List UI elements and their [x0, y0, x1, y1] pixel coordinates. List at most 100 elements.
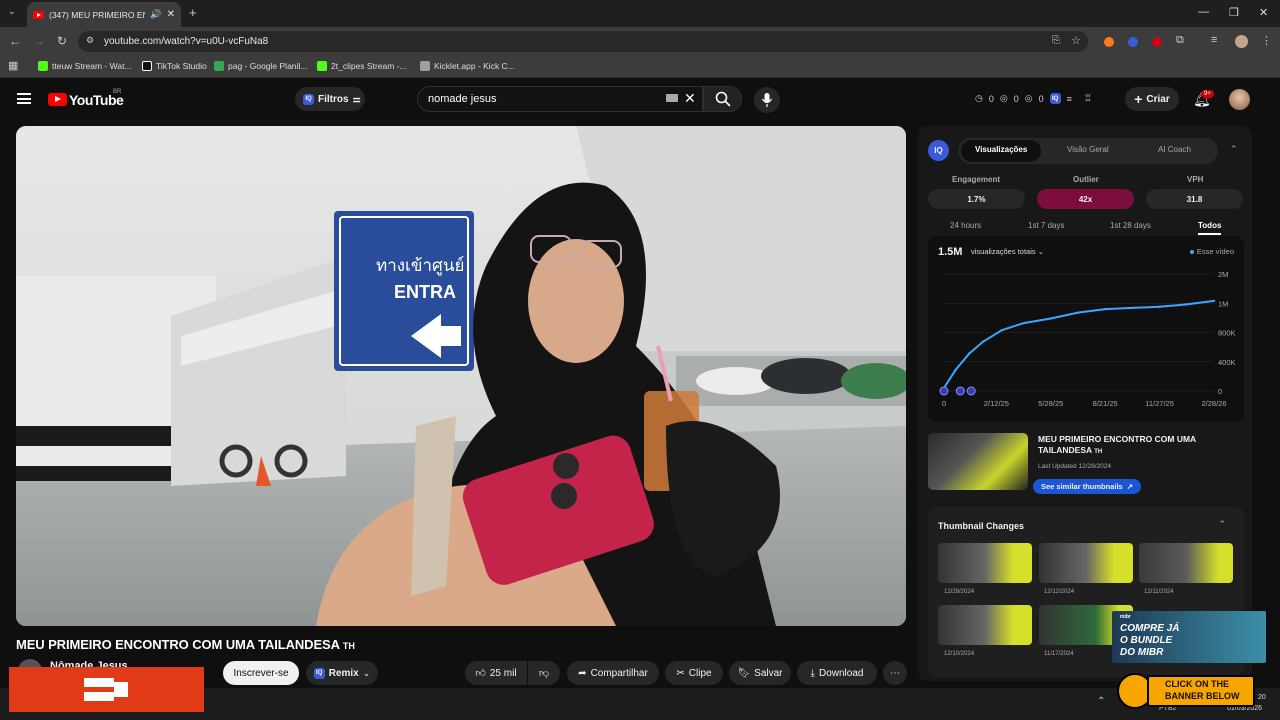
apps-icon[interactable]: ▦	[8, 59, 18, 72]
series-line	[941, 299, 1215, 392]
new-tab-icon[interactable]: +	[189, 5, 197, 20]
thumbnail-item[interactable]	[1039, 543, 1133, 583]
x-tick-label: 2/12/25	[984, 399, 1009, 408]
click-banner-overlay[interactable]: CLICK ON THE BANNER BELOW	[1117, 671, 1257, 713]
eye-icon: ◎	[999, 93, 1008, 103]
stat-value: 0	[988, 93, 994, 104]
bookmark-item[interactable]: Kicklet.app - Kick C...	[420, 61, 515, 71]
browser-tab[interactable]: (347) MEU PRIMEIRO ENCO 🔊 ✕	[27, 2, 181, 27]
create-button[interactable]: + Criar	[1125, 87, 1179, 111]
metric-label: Engagement	[952, 175, 1001, 184]
chevron-up-icon[interactable]: ⌃	[1097, 696, 1105, 707]
list-icon[interactable]: ≡	[1067, 94, 1072, 104]
hamburger-menu-icon[interactable]	[17, 93, 31, 104]
site-info-icon[interactable]: ⚙	[86, 35, 94, 46]
keyboard-icon[interactable]	[666, 94, 678, 102]
extension-icon[interactable]	[1152, 37, 1162, 47]
mibr-ad-banner[interactable]: mibr COMPRE JÁ O BUNDLE DO MIBR	[1112, 611, 1266, 663]
range-7-days[interactable]: 1st 7 days	[1028, 221, 1064, 230]
forward-icon[interactable]: →	[33, 34, 45, 48]
bookmark-item[interactable]: 2t_clipes Stream -...	[317, 61, 407, 71]
reload-icon[interactable]: ↻	[57, 34, 67, 48]
tab-list-icon[interactable]: ⌄	[8, 6, 16, 17]
thumbnail-date: 12/11/2024	[1144, 589, 1174, 595]
save-button[interactable]: 🔖︎ Salvar	[729, 661, 791, 685]
extension-icon[interactable]	[1104, 37, 1114, 47]
minimize-icon[interactable]: —	[1198, 6, 1209, 18]
metric-label: Outlier	[1073, 175, 1099, 184]
bookmark-item[interactable]: pag - Google Planil...	[214, 61, 307, 71]
tab-visao-geral[interactable]: Visão Geral	[1067, 145, 1109, 154]
tab-title: (347) MEU PRIMEIRO ENCO	[49, 9, 145, 20]
share-button[interactable]: ➦ Compartilhar	[567, 661, 659, 685]
data-point	[1158, 305, 1161, 308]
thumbnail-item[interactable]	[938, 605, 1032, 645]
thumbnail-date: 11/17/2024	[1044, 651, 1074, 657]
plus-icon: +	[1134, 91, 1143, 107]
data-point	[1022, 321, 1025, 325]
mibr-ad-text: O BUNDLE	[1120, 635, 1173, 646]
vidiq-icon[interactable]: IQ	[1049, 93, 1061, 104]
subscribe-button[interactable]: Inscrever-se	[223, 661, 299, 685]
thumbs-up-icon: 👍︎	[475, 668, 486, 679]
voice-search-button[interactable]	[754, 87, 780, 113]
bookmark-item[interactable]: TikTok Studio	[142, 61, 207, 71]
card-thumbnail[interactable]	[928, 433, 1028, 490]
close-window-icon[interactable]: ✕	[1259, 6, 1268, 19]
range-todos[interactable]: Todos	[1198, 221, 1222, 235]
vidiq-logo-icon: IQ	[928, 140, 949, 161]
vidiq-stats: ◷ 0 ◎ 0 ◎ 0 IQ ≡ ♖	[975, 93, 1092, 104]
collapse-icon[interactable]: ⌃	[1230, 144, 1238, 155]
see-similar-button[interactable]: See similar thumbnails ↗	[1033, 479, 1141, 494]
vidiq-icon: IQ	[303, 93, 314, 105]
subscribe-label: Inscrever-se	[233, 667, 289, 679]
search-input[interactable]: nomade jesus ✕	[417, 86, 703, 112]
url-field[interactable]: ⚙ youtube.com/watch?v=u0U-vcFuNa8 ⎘ ☆	[78, 31, 1088, 52]
range-28-days[interactable]: 1st 28 days	[1110, 221, 1151, 230]
stream-overlay-banner	[9, 667, 204, 712]
puzzle-icon[interactable]: ⧉	[1176, 34, 1184, 47]
overlay-logo-icon	[84, 678, 128, 701]
tab-ai-coach[interactable]: AI Coach	[1158, 145, 1191, 154]
sliders-icon: ⚌	[352, 93, 361, 104]
bookmark-item[interactable]: tteuw Stream - Wat...	[38, 61, 132, 71]
install-icon[interactable]: ⎘	[1052, 35, 1060, 46]
youtube-logo-icon[interactable]	[48, 93, 67, 106]
thumbnail-item[interactable]	[938, 543, 1032, 583]
download-label: Download	[818, 667, 864, 679]
range-24-hours[interactable]: 24 hours	[950, 221, 981, 230]
star-icon[interactable]: ☆	[1071, 34, 1081, 47]
thumbnail-item[interactable]	[1139, 543, 1233, 583]
account-avatar[interactable]	[1229, 89, 1250, 110]
tab-visualizacoes[interactable]: Visualizações	[975, 145, 1027, 154]
video-player[interactable]: ทางเข้าศูนย์ ENTRA	[16, 126, 906, 626]
views-chart: 1.5M visualizações totais ⌄ Esse vídeo 0…	[928, 236, 1244, 422]
more-actions-button[interactable]: ⋯	[883, 661, 907, 685]
dislike-button[interactable]: 👎︎	[528, 661, 560, 685]
clock-icon: ◷	[975, 93, 983, 103]
stat-value: 0	[1013, 93, 1019, 104]
menu-icon[interactable]: ⋮	[1261, 34, 1272, 47]
remix-button[interactable]: IQ Remix ⌄	[306, 661, 378, 685]
search-value: nomade jesus	[428, 93, 497, 105]
collapse-icon[interactable]: ⌃	[1218, 519, 1226, 530]
vidiq-logo-text: IQ	[934, 146, 943, 155]
x-tick-label: 11/27/25	[1145, 399, 1174, 408]
speaker-icon[interactable]: 🔊	[150, 9, 161, 20]
vidiq-extension-icon[interactable]	[1128, 37, 1138, 47]
trophy-icon[interactable]: ♖	[1084, 93, 1092, 104]
clip-button[interactable]: ✂ Clipe	[665, 661, 723, 685]
restore-icon[interactable]: ❐	[1229, 6, 1239, 19]
filters-button[interactable]: IQ Filtros ⚌	[295, 87, 365, 111]
back-icon[interactable]: ←	[9, 34, 21, 48]
like-button[interactable]: 👍︎ 25 mil	[465, 661, 527, 685]
kick-icon	[38, 61, 48, 71]
profile-avatar[interactable]	[1235, 35, 1248, 48]
reading-list-icon[interactable]: ≡	[1211, 34, 1217, 46]
tab-close-icon[interactable]: ✕	[167, 9, 175, 20]
click-banner-box: CLICK ON THE BANNER BELOW	[1147, 675, 1255, 707]
clear-search-icon[interactable]: ✕	[684, 90, 696, 107]
card-title: MEU PRIMEIRO ENCONTRO COM UMA TAILANDESA…	[1038, 434, 1238, 458]
download-button[interactable]: ⤓ Download	[797, 661, 877, 685]
search-button[interactable]	[703, 86, 742, 112]
